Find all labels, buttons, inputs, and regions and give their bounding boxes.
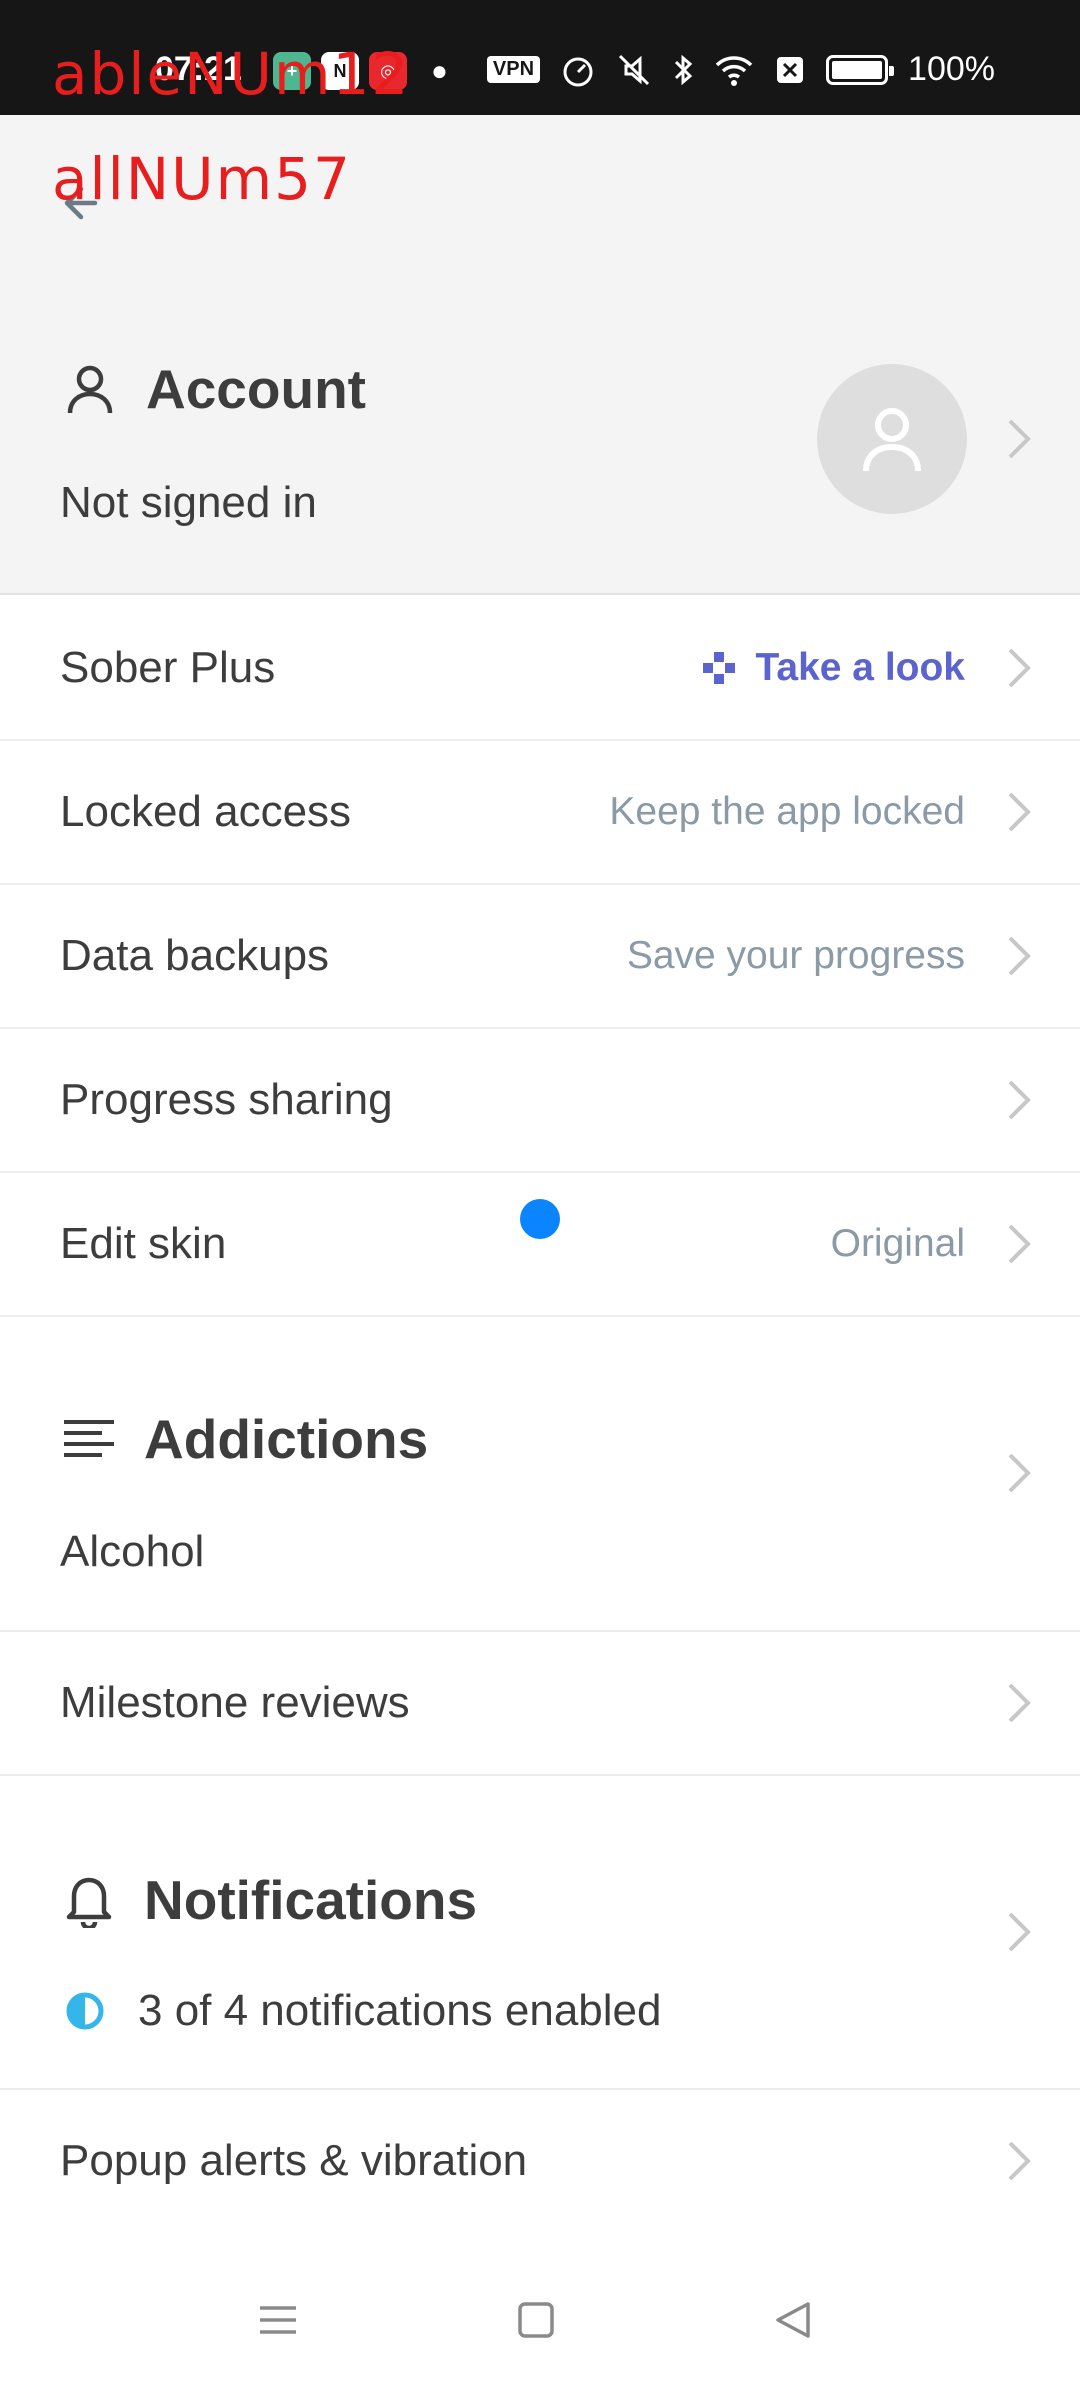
row-value: Save your progress	[626, 934, 965, 977]
list-icon	[64, 1420, 114, 1457]
chevron-right-icon	[1008, 2141, 1031, 2181]
touch-indicator	[520, 1199, 560, 1239]
chevron-right-icon	[1008, 1453, 1031, 1493]
row-label: Popup alerts & vibration	[60, 2136, 528, 2185]
chevron-right-icon	[1008, 1224, 1031, 1264]
chevron-right-icon	[1008, 936, 1031, 976]
notifications-title: Notifications	[144, 1869, 478, 1931]
no-sim-icon	[777, 56, 804, 83]
notifications-status: 3 of 4 notifications enabled	[66, 1986, 662, 2036]
battery-percent: 100%	[908, 50, 995, 88]
row-label: Milestone reviews	[60, 1678, 410, 1727]
sober-plus-row[interactable]: Sober Plus Take a look	[0, 597, 1080, 741]
addiction-name: Alcohol	[60, 1527, 205, 1576]
chevron-right-icon	[1008, 648, 1031, 688]
system-nav-bar	[0, 2230, 1080, 2400]
account-status: Not signed in	[60, 478, 317, 527]
more-notifications-dot-icon: ●	[431, 55, 448, 86]
sparkle-icon	[703, 652, 736, 684]
battery-icon	[826, 54, 895, 85]
back-triangle-icon[interactable]	[764, 2290, 824, 2350]
take-a-look-label: Take a look	[755, 646, 965, 689]
take-a-look-link[interactable]: Take a look	[701, 646, 965, 690]
home-square-icon[interactable]	[506, 2290, 566, 2350]
person-icon	[67, 365, 113, 414]
progress-sharing-row[interactable]: Progress sharing	[0, 1029, 1080, 1173]
debug-overlay-text-1: ableNUm12	[52, 40, 411, 108]
chevron-right-icon	[1008, 792, 1031, 832]
addictions-header: Addictions	[62, 1407, 428, 1471]
milestone-reviews-row[interactable]: Milestone reviews	[0, 1632, 1080, 1776]
row-label: Edit skin	[60, 1219, 227, 1268]
status-right-icons: VPN 100%	[486, 50, 995, 89]
account-header: Account	[62, 357, 366, 421]
avatar[interactable]	[817, 364, 967, 514]
notifications-header: Notifications	[62, 1868, 477, 1932]
mute-icon	[618, 54, 650, 85]
addictions-section[interactable]: Addictions Alcohol	[0, 1317, 1080, 1632]
locked-access-row[interactable]: Locked access Keep the app locked	[0, 741, 1080, 885]
row-label: Sober Plus	[60, 643, 276, 692]
account-title: Account	[146, 358, 366, 420]
recent-apps-menu-icon[interactable]	[248, 2290, 308, 2350]
debug-overlay-text-2: allNUm57	[52, 145, 352, 213]
wifi-icon	[715, 55, 753, 86]
half-circle-progress-icon	[66, 1992, 104, 2030]
addictions-title: Addictions	[144, 1408, 429, 1470]
chevron-right-icon	[1008, 1080, 1031, 1120]
row-value: Original	[830, 1222, 965, 1265]
chevron-right-icon	[1008, 1912, 1031, 1952]
notifications-count: 3 of 4 notifications enabled	[138, 1986, 662, 2035]
bell-icon	[66, 1877, 112, 1928]
avatar-placeholder-icon	[863, 408, 921, 472]
chevron-right-icon	[1008, 1683, 1031, 1723]
chevron-right-icon	[1008, 419, 1031, 459]
row-label: Progress sharing	[60, 1075, 393, 1124]
data-backups-row[interactable]: Data backups Save your progress	[0, 885, 1080, 1029]
popup-alerts-row[interactable]: Popup alerts & vibration	[0, 2090, 1080, 2234]
bluetooth-icon	[674, 54, 693, 85]
edit-skin-row[interactable]: Edit skin Original	[0, 1173, 1080, 1317]
notifications-section[interactable]: Notifications 3 of 4 notifications enabl…	[0, 1776, 1080, 2090]
row-label: Data backups	[60, 931, 330, 980]
account-section[interactable]: Account Not signed in	[0, 282, 1080, 595]
vpn-badge: VPN	[486, 56, 541, 83]
row-value: Keep the app locked	[609, 790, 965, 833]
row-label: Locked access	[60, 787, 352, 836]
data-saver-icon	[563, 57, 593, 86]
